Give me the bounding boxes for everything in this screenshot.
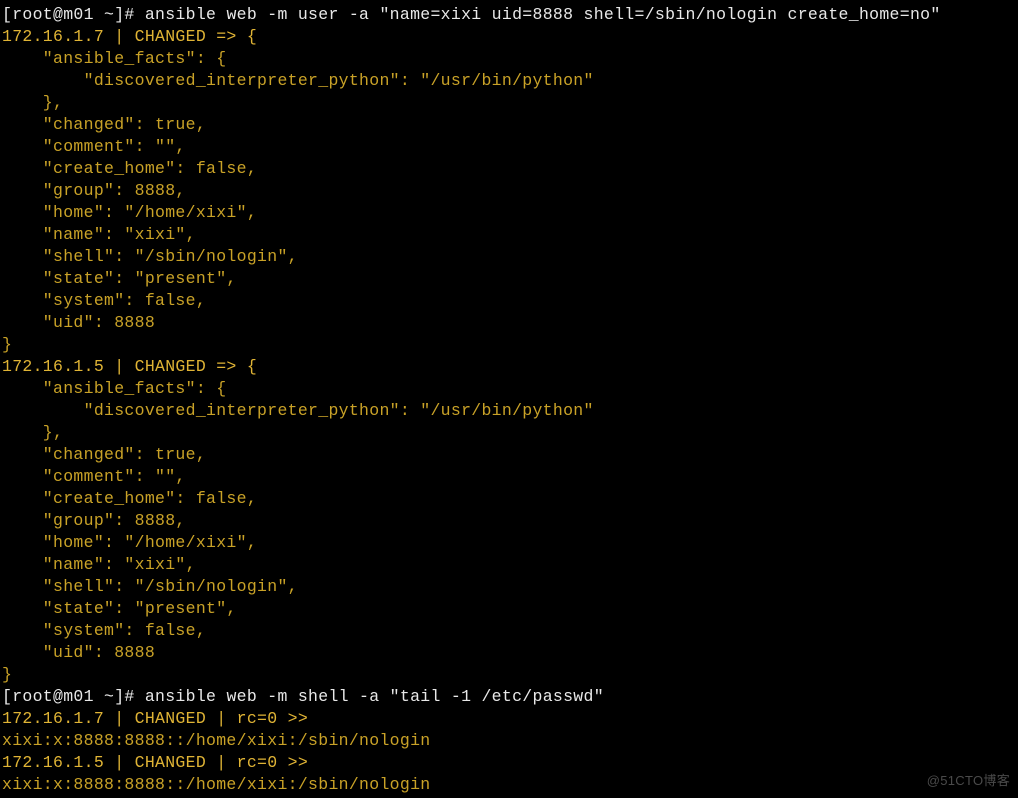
- ansible-shell-header: 172.16.1.5 | CHANGED | rc=0 >>: [2, 752, 1016, 774]
- prompt-user-host: [root@m01 ~]#: [2, 687, 145, 706]
- json-line: "state": "present",: [2, 268, 1016, 290]
- json-line: },: [2, 422, 1016, 444]
- json-line: "comment": "",: [2, 136, 1016, 158]
- json-line: "system": false,: [2, 620, 1016, 642]
- json-line: "discovered_interpreter_python": "/usr/b…: [2, 70, 1016, 92]
- ansible-shell-header: 172.16.1.7 | CHANGED | rc=0 >>: [2, 708, 1016, 730]
- json-line: "group": 8888,: [2, 180, 1016, 202]
- json-line: "changed": true,: [2, 444, 1016, 466]
- json-line: "system": false,: [2, 290, 1016, 312]
- json-close-brace: }: [2, 334, 1016, 356]
- prompt-command: ansible web -m shell -a "tail -1 /etc/pa…: [145, 687, 604, 706]
- json-line: "uid": 8888: [2, 642, 1016, 664]
- json-line: "ansible_facts": {: [2, 48, 1016, 70]
- json-line: "uid": 8888: [2, 312, 1016, 334]
- json-line: "shell": "/sbin/nologin",: [2, 246, 1016, 268]
- prompt-line-1: [root@m01 ~]# ansible web -m user -a "na…: [2, 4, 1016, 26]
- prompt-command: ansible web -m user -a "name=xixi uid=88…: [145, 5, 941, 24]
- json-line: "shell": "/sbin/nologin",: [2, 576, 1016, 598]
- json-line: "name": "xixi",: [2, 554, 1016, 576]
- ansible-host-header: 172.16.1.7 | CHANGED => {: [2, 26, 1016, 48]
- json-line: "comment": "",: [2, 466, 1016, 488]
- passwd-line: xixi:x:8888:8888::/home/xixi:/sbin/nolog…: [2, 730, 1016, 752]
- json-line: },: [2, 92, 1016, 114]
- json-line: "create_home": false,: [2, 488, 1016, 510]
- ansible-host-header: 172.16.1.5 | CHANGED => {: [2, 356, 1016, 378]
- json-line: "home": "/home/xixi",: [2, 532, 1016, 554]
- terminal-output[interactable]: [root@m01 ~]# ansible web -m user -a "na…: [2, 4, 1016, 796]
- passwd-line: xixi:x:8888:8888::/home/xixi:/sbin/nolog…: [2, 774, 1016, 796]
- watermark-text: @51CTO博客: [927, 770, 1010, 792]
- prompt-line-2: [root@m01 ~]# ansible web -m shell -a "t…: [2, 686, 1016, 708]
- json-line: "create_home": false,: [2, 158, 1016, 180]
- json-line: "group": 8888,: [2, 510, 1016, 532]
- json-line: "ansible_facts": {: [2, 378, 1016, 400]
- prompt-user-host: [root@m01 ~]#: [2, 5, 145, 24]
- json-line: "changed": true,: [2, 114, 1016, 136]
- json-close-brace: }: [2, 664, 1016, 686]
- json-line: "home": "/home/xixi",: [2, 202, 1016, 224]
- json-line: "state": "present",: [2, 598, 1016, 620]
- json-line: "name": "xixi",: [2, 224, 1016, 246]
- json-line: "discovered_interpreter_python": "/usr/b…: [2, 400, 1016, 422]
